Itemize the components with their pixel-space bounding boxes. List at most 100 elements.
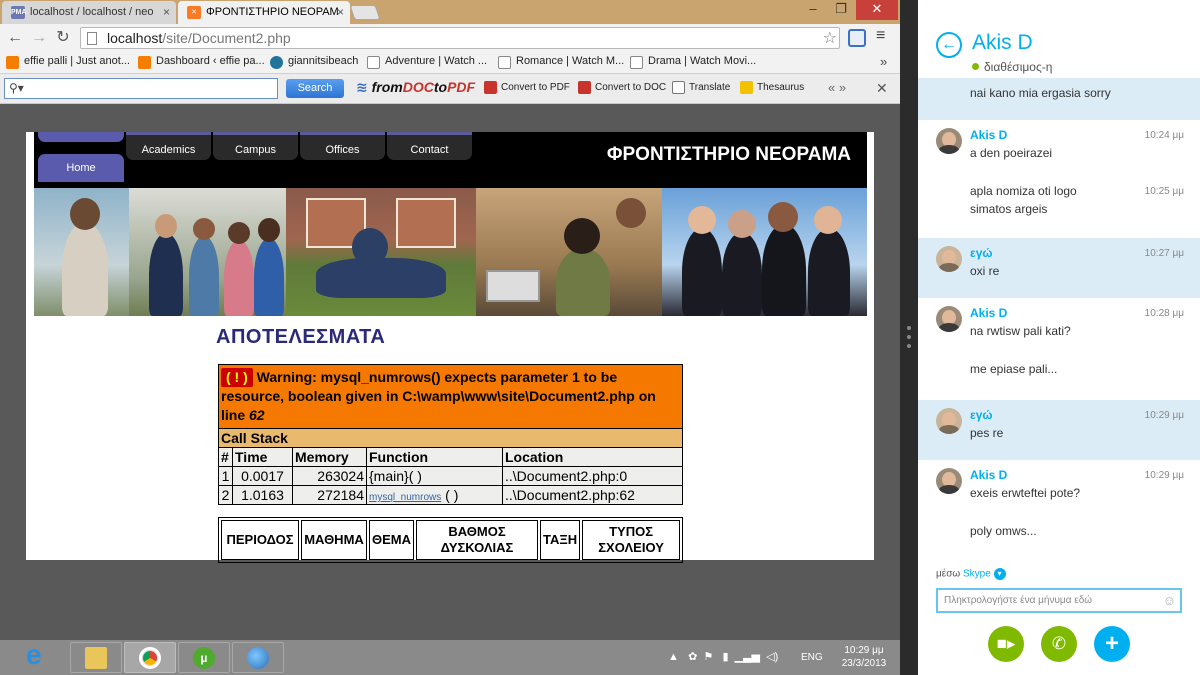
bookmark-item[interactable]: Adventure | Watch ... <box>367 55 487 71</box>
thesaurus-button[interactable]: Thesaurus <box>740 81 804 94</box>
page-icon <box>367 56 380 69</box>
tab-title: ΦΡΟΝΤΙΣΤΗΡΙΟ ΝΕΟΡΑΜ <box>206 6 339 18</box>
browser-toolbar: ← → ↻ localhost/site/Document2.php ☆ ≡ <box>0 24 900 52</box>
avatar[interactable] <box>936 468 962 494</box>
table-row: 1 0.0017 263024 {main}( ) ..\Document2.p… <box>218 466 683 486</box>
minimize-icon[interactable]: – <box>800 0 826 20</box>
forward-arrow-icon[interactable]: → <box>28 27 50 49</box>
avatar[interactable] <box>936 246 962 272</box>
photo-dorm-laptop <box>476 188 662 316</box>
new-tab-button[interactable] <box>349 5 381 20</box>
voice-call-button[interactable]: ✆ <box>1041 626 1077 662</box>
thesaurus-icon <box>740 81 753 94</box>
chevron-down-icon[interactable]: ▾ <box>993 568 1006 580</box>
avatar[interactable] <box>936 306 962 332</box>
toolbar-scroll-arrows-icon[interactable]: « » <box>828 80 846 95</box>
table-row: 2 1.0163 272184 mysql_numrows ( ) ..\Doc… <box>218 485 683 505</box>
search-input[interactable]: ⚲▾ <box>4 78 278 99</box>
system-tray[interactable]: ▲ ✿ ⚑ ▮ ▁▃▅ ◁) <box>668 650 778 663</box>
windows-taskbar: e µ ▲ ✿ ⚑ ▮ ▁▃▅ ◁) ENG 10:29 μμ 23/3/201… <box>0 640 918 675</box>
bookmark-item[interactable]: giannitsibeach <box>270 55 358 71</box>
more-bookmarks-chevron-icon[interactable]: » <box>880 54 887 69</box>
photo-student-lawn <box>286 188 476 316</box>
emoticon-icon[interactable]: ☺ <box>1163 593 1176 608</box>
internet-explorer-icon[interactable]: e <box>12 641 64 673</box>
list-item: nai kano mia ergasia sorry <box>918 78 1200 120</box>
avatar[interactable] <box>936 128 962 154</box>
bookmark-item[interactable]: Romance | Watch M... <box>498 55 624 71</box>
swirl-icon: ≋ <box>356 79 368 95</box>
network-people-icon[interactable] <box>232 642 284 673</box>
url-text: localhost/site/Document2.php <box>107 30 291 46</box>
list-item: 10:25 μμ apla nomiza oti logo simatos ar… <box>970 184 1184 216</box>
status-dot-icon <box>972 63 979 70</box>
clock[interactable]: 10:29 μμ 23/3/2013 <box>826 644 902 670</box>
via-skype-selector[interactable]: μέσω Skype ▾ <box>936 568 1006 580</box>
bookmark-item[interactable]: Dashboard ‹ effie pa... <box>138 55 265 71</box>
chrome-menu-icon[interactable]: ≡ <box>876 27 885 45</box>
tab-phpmyadmin[interactable]: PMA localhost / localhost / neo × <box>2 1 176 24</box>
warning-message: ( ! ) Warning: mysql_numrows() expects p… <box>218 364 683 429</box>
address-bar[interactable]: localhost/site/Document2.php ☆ <box>80 27 840 49</box>
file-explorer-icon[interactable] <box>70 642 122 673</box>
convert-to-pdf-button[interactable]: Convert to PDF <box>484 81 570 94</box>
back-arrow-icon[interactable]: ← <box>4 27 26 49</box>
video-call-button[interactable]: ■▸ <box>988 626 1024 662</box>
snap-divider[interactable] <box>900 0 918 675</box>
bookmarks-bar: effie palli | Just anot... Dashboard ‹ e… <box>0 52 900 74</box>
addon-toolbar: ⚲▾ Search ≋ fromDOCtoPDF Convert to PDF … <box>0 74 900 104</box>
extension-icon[interactable] <box>848 29 866 47</box>
list-item: Akis D 10:28 μμ na rwtisw pali kati? <box>918 298 1200 354</box>
translate-button[interactable]: Translate <box>672 81 730 94</box>
tab-strip: PMA localhost / localhost / neo × ✕ ΦΡΟΝ… <box>0 0 900 24</box>
site-header: Home Academics Campus Offices Contact ΦΡ… <box>34 132 867 188</box>
message-input[interactable]: Πληκτρολογήστε ένα μήνυμα εδώ ☺ <box>936 588 1182 613</box>
list-item: εγώ 10:29 μμ pes re <box>918 400 1200 460</box>
nav-campus[interactable]: Campus <box>213 132 298 160</box>
bookmark-star-icon[interactable]: ☆ <box>823 28 837 48</box>
tray-expand-icon: ▲ <box>668 651 679 663</box>
photo-graduates <box>662 188 867 316</box>
add-button[interactable]: + <box>1094 626 1130 662</box>
site-title: ΦΡΟΝΤΙΣΤΗΡΙΟ ΝΕΟΡΑΜΑ <box>606 144 851 165</box>
list-item: εγώ 10:27 μμ oxi re <box>918 238 1200 298</box>
utorrent-icon[interactable]: µ <box>178 642 230 673</box>
tab-title: localhost / localhost / neo <box>30 6 154 18</box>
close-window-icon[interactable]: ✕ <box>856 0 898 20</box>
action-center-icon: ⚑ <box>703 651 714 663</box>
search-button[interactable]: Search <box>286 79 344 98</box>
tray-app-icon: ✿ <box>688 651 698 663</box>
bookmark-item[interactable]: effie palli | Just anot... <box>6 55 130 71</box>
nav-academics[interactable]: Academics <box>126 132 211 160</box>
close-tab-icon[interactable]: × <box>337 1 344 23</box>
bookmark-item[interactable]: Drama | Watch Movi... <box>630 55 756 71</box>
message-list[interactable]: nai kano mia ergasia sorry Akis D 10:24 … <box>918 78 1200 558</box>
php-error-table: ( ! ) Warning: mysql_numrows() expects p… <box>218 364 683 505</box>
nav-contact[interactable]: Contact <box>387 132 472 160</box>
call-stack-columns: # Time Memory Function Location <box>218 447 683 467</box>
nav-offices[interactable]: Offices <box>300 132 385 160</box>
function-link[interactable]: mysql_numrows <box>369 492 441 503</box>
tab-site[interactable]: ✕ ΦΡΟΝΤΙΣΤΗΡΙΟ ΝΕΟΡΑΜ × <box>178 1 350 24</box>
maximize-icon[interactable]: ❐ <box>828 0 854 20</box>
phpmyadmin-icon: PMA <box>11 6 27 19</box>
wordpress-icon <box>270 56 283 69</box>
language-indicator[interactable]: ENG <box>801 652 823 663</box>
reload-icon[interactable]: ↻ <box>52 27 74 49</box>
nav-home[interactable]: Home <box>38 154 124 182</box>
avatar[interactable] <box>936 408 962 434</box>
back-arrow-icon[interactable]: ← <box>936 32 962 58</box>
xampp-icon: ✕ <box>187 6 201 19</box>
convert-to-doc-button[interactable]: Convert to DOC <box>578 81 666 94</box>
photo-students-walking <box>129 188 286 316</box>
close-tab-icon[interactable]: × <box>163 1 170 23</box>
skype-panel: ← Akis D διαθέσιμος-η nai kano mia ergas… <box>918 0 1200 675</box>
list-item: Akis D 10:29 μμ exeis erwteftei pote? <box>918 460 1200 516</box>
results-table-header: ΠΕΡΙΟΔΟΣ ΜΑΘΗΜΑ ΘΕΜΑ ΒΑΘΜΟΣ ΔΥΣΚΟΛΙΑΣ ΤΑ… <box>221 520 680 560</box>
signal-icon: ▁▃▅ <box>734 651 761 663</box>
blogger-icon <box>138 56 151 69</box>
page-icon <box>630 56 643 69</box>
translate-icon <box>672 81 685 94</box>
chrome-icon[interactable] <box>124 642 176 673</box>
toolbar-settings-icon[interactable]: ✕ <box>876 80 888 97</box>
